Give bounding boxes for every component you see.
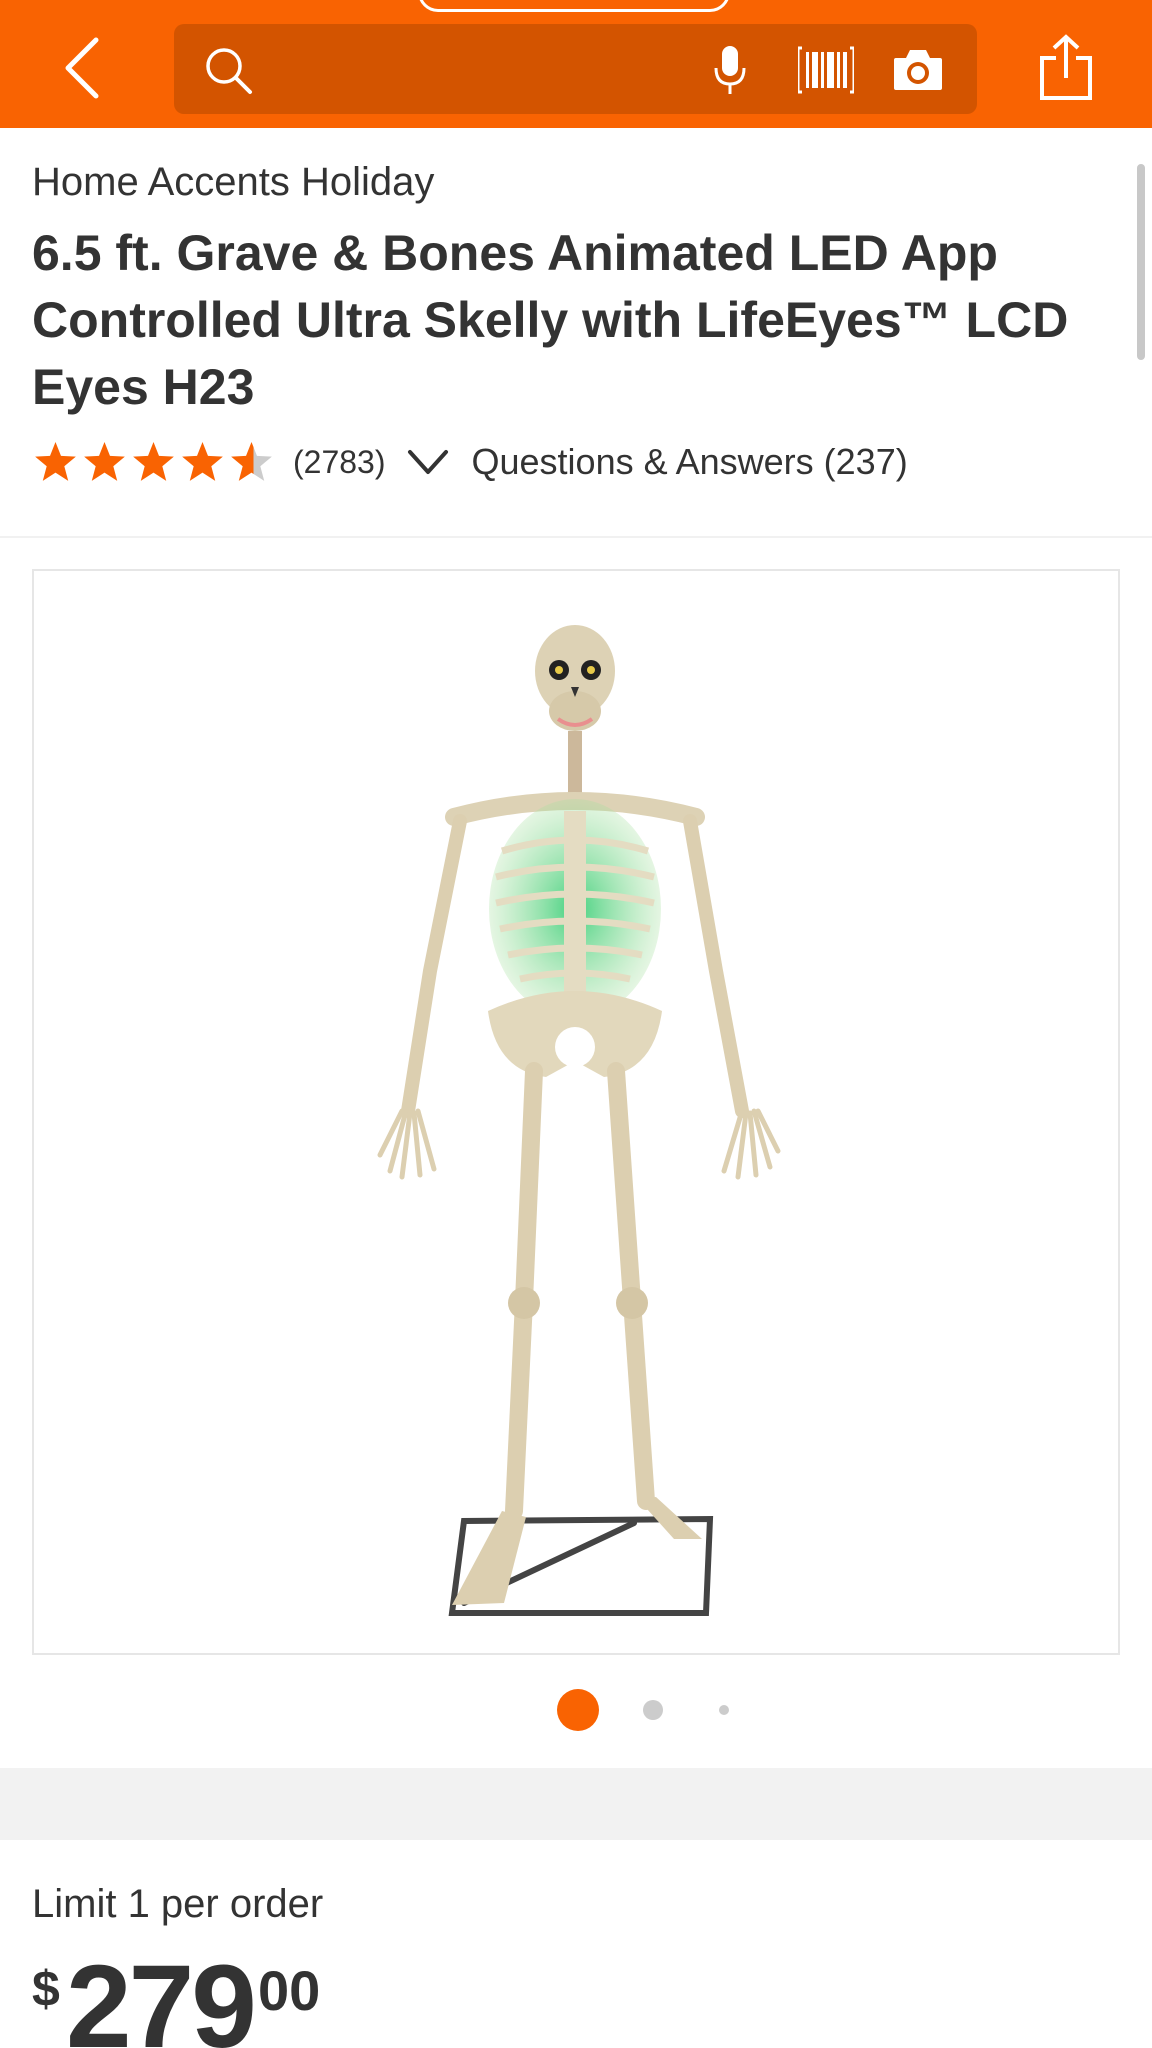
product-title: 6.5 ft. Grave & Bones Animated LED App C… bbox=[32, 225, 1069, 415]
price-dollars: 279 bbox=[66, 1941, 257, 2048]
barcode-scanner-icon[interactable] bbox=[798, 46, 854, 94]
carousel-pagination bbox=[0, 1688, 1152, 1732]
star-icon bbox=[84, 441, 125, 481]
star-icon bbox=[133, 441, 174, 481]
purchase-limit-text: Limit 1 per order bbox=[32, 1882, 324, 1926]
skeleton-product-image bbox=[377, 625, 781, 1616]
carousel-dot[interactable] bbox=[643, 1700, 663, 1720]
questions-answers-link[interactable]: Questions & Answers (237) bbox=[472, 441, 908, 483]
price-currency: $ bbox=[32, 1961, 60, 2017]
price-cents: 00 bbox=[258, 1959, 321, 2022]
search-bar[interactable] bbox=[174, 24, 977, 114]
back-button[interactable] bbox=[52, 34, 112, 102]
product-image-carousel[interactable] bbox=[32, 569, 1120, 1655]
top-notch bbox=[418, 0, 730, 12]
section-divider bbox=[0, 1768, 1152, 1840]
top-app-bar bbox=[0, 0, 1152, 128]
half-star-icon bbox=[231, 441, 272, 481]
camera-icon[interactable] bbox=[892, 46, 944, 92]
search-icon bbox=[206, 48, 252, 94]
star-icon bbox=[182, 441, 223, 481]
divider bbox=[0, 536, 1152, 538]
carousel-dot-active[interactable] bbox=[557, 1689, 599, 1731]
review-count-link[interactable]: (2783) bbox=[293, 444, 386, 481]
carousel-dot[interactable] bbox=[719, 1705, 729, 1715]
product-brand[interactable]: Home Accents Holiday bbox=[32, 160, 434, 205]
star-icon bbox=[35, 441, 76, 481]
rating-row: (2783) Questions & Answers (237) bbox=[32, 436, 908, 488]
star-rating[interactable] bbox=[32, 439, 275, 486]
back-arrow-icon bbox=[65, 37, 99, 99]
chevron-down-icon[interactable] bbox=[404, 442, 452, 482]
microphone-icon[interactable] bbox=[712, 44, 748, 96]
share-icon[interactable] bbox=[1036, 34, 1096, 102]
scrollbar[interactable] bbox=[1137, 164, 1145, 360]
search-input[interactable] bbox=[254, 24, 854, 114]
